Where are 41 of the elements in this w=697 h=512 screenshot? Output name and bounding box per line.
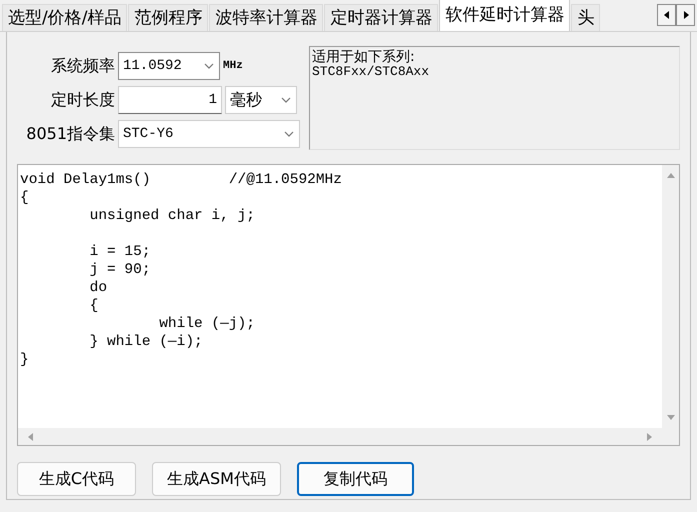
triangle-right-icon (682, 10, 690, 20)
code-line: { (88, 297, 100, 315)
chevron-down-icon (203, 62, 215, 70)
tab[interactable]: 头 (571, 4, 600, 31)
scroll-up-icon[interactable] (666, 171, 676, 181)
unit-select[interactable]: 毫秒 (225, 86, 297, 114)
frequency-combo[interactable]: 11.0592 (118, 52, 220, 80)
scroll-left-button[interactable] (657, 4, 676, 26)
tab[interactable]: 定时器计算器 (324, 4, 438, 31)
unit-label: MHz (223, 60, 243, 72)
tab[interactable]: 范例程序 (128, 4, 208, 31)
code-line: } while (—i); (88, 333, 204, 351)
field-label: 系统频率 (50, 56, 115, 76)
code-line: j = 90; (88, 261, 152, 279)
series-text: STC8Fxx/STC8Axx (312, 65, 430, 79)
triangle-left-icon (662, 10, 670, 20)
chevron-down-icon (283, 130, 295, 138)
tab[interactable]: 选型/价格/样品 (2, 4, 128, 31)
scroll-right-icon[interactable] (644, 432, 654, 442)
action-button[interactable]: 生成C代码 (17, 462, 136, 496)
code-line: unsigned char i, j; (88, 207, 256, 225)
scroll-down-icon[interactable] (666, 412, 676, 422)
scroll-right-button[interactable] (676, 4, 695, 26)
scroll-left-icon[interactable] (26, 432, 36, 442)
code-line: } (20, 351, 30, 369)
chevron-down-icon (280, 96, 292, 104)
duration-input[interactable]: 1 (118, 86, 222, 114)
info-title: 适用于如下系列: (312, 49, 416, 65)
field-label: 定时长度 (50, 90, 115, 110)
code-line: void Delay1ms() //@11.0592MHz (20, 171, 343, 189)
field-label: 8051指令集 (25, 124, 115, 144)
tab[interactable]: 波特率计算器 (209, 4, 324, 31)
code-editor[interactable]: void Delay1ms() //@11.0592MHz { unsigned char i, j; i = 15; j = 90; do { while (—j); } while (—i); } (17, 164, 680, 446)
code-line: i = 15; (88, 243, 152, 261)
instruction-set-select[interactable]: STC-Y6 (118, 120, 300, 148)
code-line: { (20, 189, 30, 207)
tab[interactable]: 软件延时计算器 (439, 0, 570, 31)
code-line: do (88, 279, 108, 297)
action-button[interactable]: 复制代码 (296, 462, 414, 496)
action-button[interactable]: 生成ASM代码 (152, 462, 281, 496)
code-line: while (—j); (158, 315, 256, 333)
